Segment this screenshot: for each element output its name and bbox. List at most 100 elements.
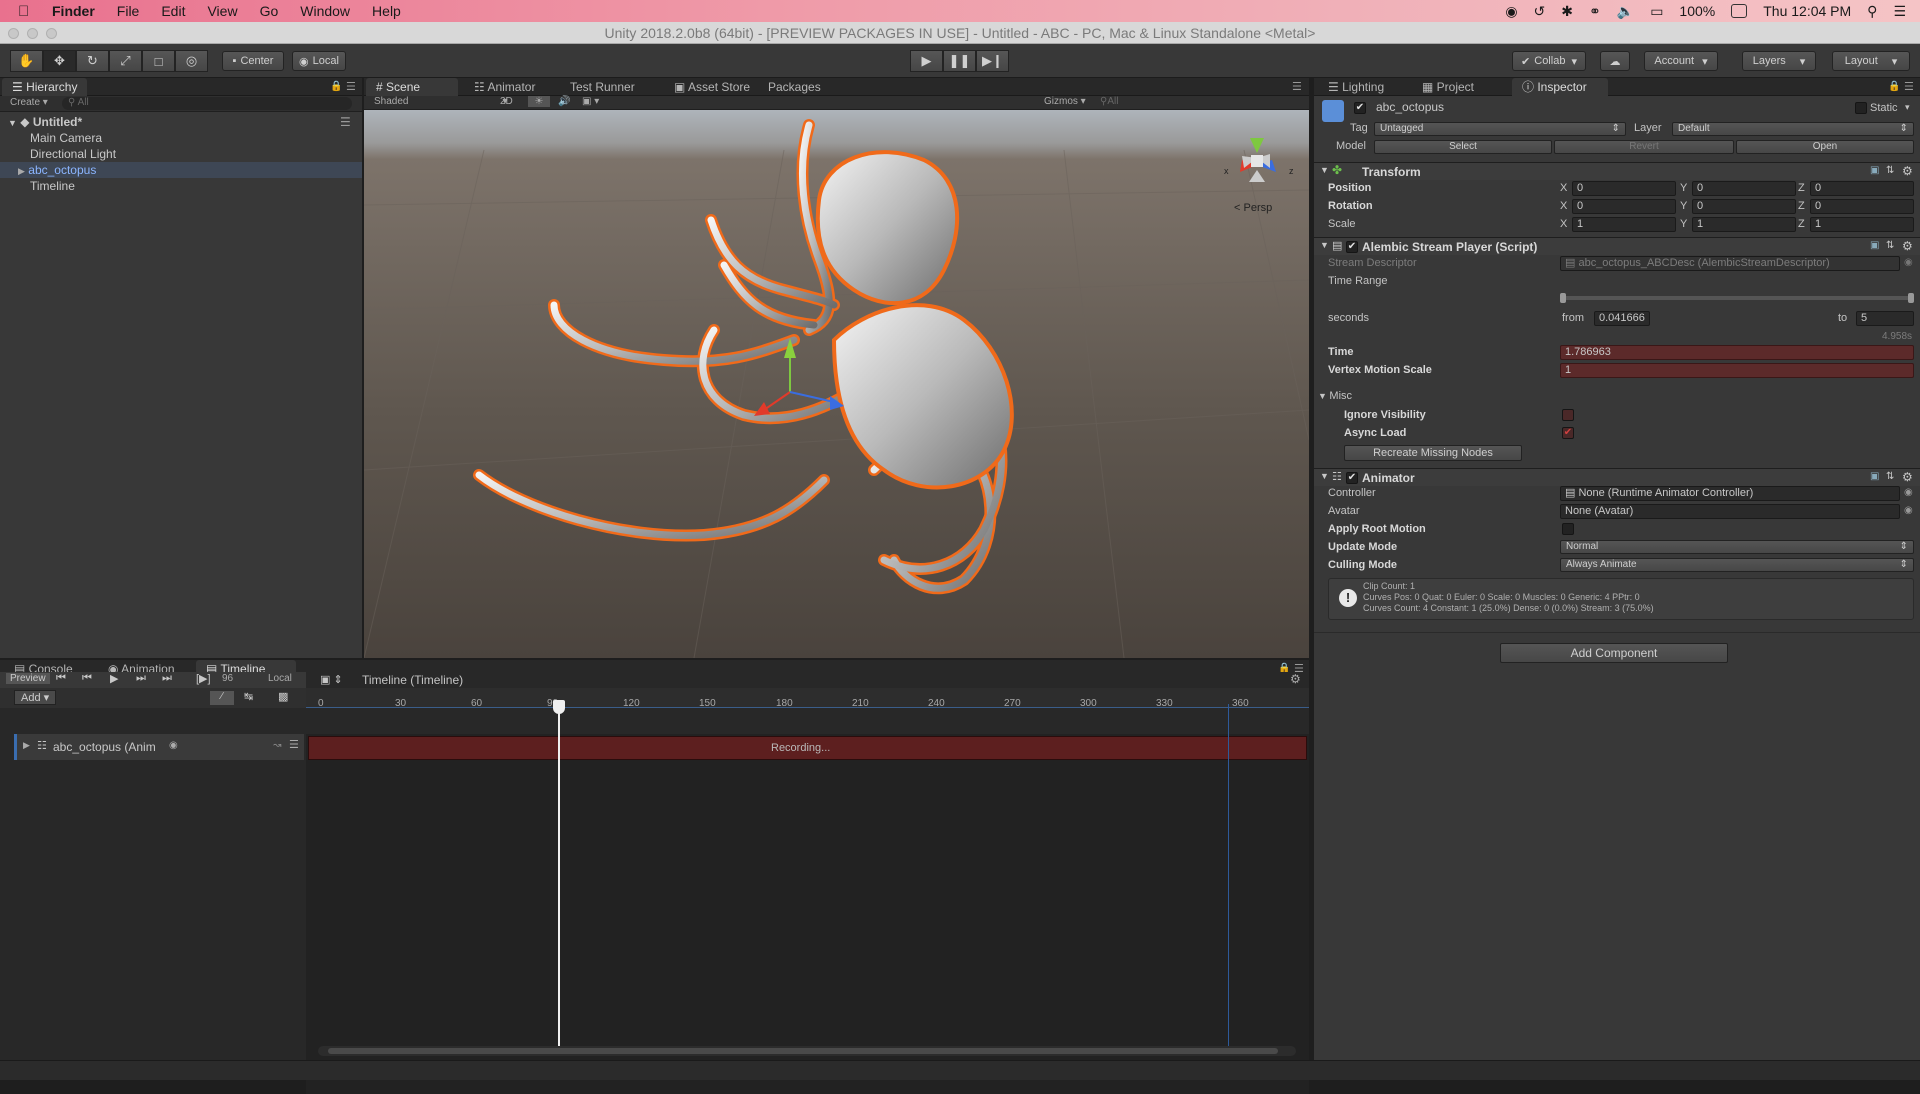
orientation-gizmo[interactable]: x z xyxy=(1224,138,1294,182)
scrollbar-thumb[interactable] xyxy=(328,1048,1278,1054)
goto-start-icon[interactable]: ⏮ xyxy=(56,672,66,685)
track-area[interactable]: Recording... xyxy=(306,734,1309,1094)
notification-center-icon[interactable]: ☰ xyxy=(1893,3,1906,20)
time-range-slider[interactable] xyxy=(1560,296,1914,300)
effects-dropdown-icon[interactable]: ▣ ▾ xyxy=(582,96,599,107)
foldout-arrow-icon[interactable]: ▼ xyxy=(1320,471,1329,481)
position-z-field[interactable]: 0 xyxy=(1810,181,1914,196)
pivot-local-button[interactable]: ◉ Local xyxy=(292,51,346,71)
toggle-2d-button[interactable]: 2D xyxy=(500,96,513,107)
object-picker-icon[interactable]: ◉ xyxy=(169,740,178,751)
persp-label[interactable]: < Persp xyxy=(1234,202,1272,214)
recording-clip[interactable]: Recording... xyxy=(308,736,1307,760)
rect-tool-icon[interactable]: □ xyxy=(142,50,175,72)
scene-menu-icon[interactable]: ☰ xyxy=(340,114,351,130)
create-dropdown[interactable]: Create ▾ xyxy=(10,97,48,108)
avatar-field[interactable]: None (Avatar) xyxy=(1560,504,1900,519)
volume-icon[interactable]: 🔈 xyxy=(1617,3,1634,20)
time-range-slider-min-handle[interactable] xyxy=(1560,293,1566,303)
help-icon[interactable]: ▣ xyxy=(1870,471,1879,482)
next-frame-icon[interactable]: ⏭ xyxy=(136,672,146,685)
help-icon[interactable]: ▣ xyxy=(1870,240,1879,251)
scale-y-field[interactable]: 1 xyxy=(1692,217,1796,232)
position-y-field[interactable]: 0 xyxy=(1692,181,1796,196)
recreate-missing-nodes-button[interactable]: Recreate Missing Nodes xyxy=(1344,445,1522,461)
frame-field[interactable]: 96 xyxy=(222,673,256,684)
curves-toggle-icon[interactable]: ∕ xyxy=(210,691,234,705)
menu-help[interactable]: Help xyxy=(372,3,401,19)
collab-dropdown[interactable]: ✔ Collab ▾ xyxy=(1512,51,1586,71)
clock[interactable]: Thu 12:04 PM xyxy=(1763,3,1851,19)
track-expand-icon[interactable]: ▶ xyxy=(23,740,30,751)
model-select-button[interactable]: Select xyxy=(1374,140,1552,154)
curve-icon[interactable]: ↝ xyxy=(273,740,281,751)
preview-toggle[interactable]: Preview xyxy=(6,673,50,684)
play-range-icon[interactable]: [▶] xyxy=(196,672,211,685)
hierarchy-item-abc-octopus[interactable]: ▶ abc_octopus xyxy=(18,162,96,178)
scene-search-input[interactable]: ⚲All xyxy=(1100,96,1300,107)
scale-tool-icon[interactable]: ⤢ xyxy=(109,50,142,72)
static-dropdown-arrow-icon[interactable]: ▾ xyxy=(1905,102,1910,113)
settings-gear-icon[interactable]: ⚙ xyxy=(1902,164,1913,178)
scale-x-field[interactable]: 1 xyxy=(1572,217,1676,232)
status-1password-icon[interactable]: ◉ xyxy=(1505,3,1517,20)
timeline-settings-gear-icon[interactable]: ⚙ xyxy=(1290,672,1301,686)
lock-icon[interactable]: 🔒 xyxy=(1888,81,1900,92)
from-field[interactable]: 0.041666 xyxy=(1594,311,1650,326)
menu-go[interactable]: Go xyxy=(260,3,279,19)
spotlight-icon[interactable]: ⚲ xyxy=(1867,3,1877,20)
menu-window[interactable]: Window xyxy=(300,3,350,19)
tag-dropdown[interactable]: Untagged ⇕ xyxy=(1374,122,1626,136)
scene-root[interactable]: ▼ ◆ Untitled* ☰ xyxy=(8,114,358,130)
playhead-line[interactable] xyxy=(558,704,560,1054)
audio-toggle-icon[interactable]: 🔊 xyxy=(558,96,570,107)
zoom-window-button[interactable] xyxy=(46,28,57,39)
alembic-enabled-checkbox[interactable]: ✔ xyxy=(1346,241,1358,253)
tab-test-runner[interactable]: Test Runner xyxy=(560,78,645,96)
object-name-field[interactable]: abc_octopus xyxy=(1372,101,1848,116)
collapsed-arrow-icon[interactable]: ▶ xyxy=(18,166,25,176)
transform-header[interactable]: ▼ ✤ Transform ▣ ⇅ ⚙ xyxy=(1314,162,1920,180)
help-icon[interactable]: ▣ xyxy=(1870,165,1879,176)
culling-mode-dropdown[interactable]: Always Animate ⇕ xyxy=(1560,558,1914,572)
presets-icon[interactable]: ⇅ xyxy=(1886,471,1894,482)
panel-menu-icon[interactable]: ☰ xyxy=(346,80,356,93)
rotate-tool-icon[interactable]: ↻ xyxy=(76,50,109,72)
lock-icon[interactable]: 🔒 xyxy=(330,81,342,92)
animator-enabled-checkbox[interactable]: ✔ xyxy=(1346,472,1358,484)
model-open-button[interactable]: Open xyxy=(1736,140,1914,154)
menu-view[interactable]: View xyxy=(207,3,237,19)
async-load-checkbox[interactable]: ✔ xyxy=(1562,427,1574,439)
bluetooth-icon[interactable]: ✱ xyxy=(1561,3,1573,20)
object-picker-icon[interactable]: ◉ xyxy=(1904,487,1913,498)
cloud-button[interactable]: ☁ xyxy=(1600,51,1630,71)
settings-gear-icon[interactable]: ⚙ xyxy=(1902,470,1913,484)
expand-arrow-icon[interactable]: ▼ xyxy=(8,118,17,128)
menu-app[interactable]: Finder xyxy=(52,3,95,19)
minimize-window-button[interactable] xyxy=(27,28,38,39)
tab-packages[interactable]: Packages xyxy=(758,78,831,96)
gizmos-dropdown[interactable]: Gizmos ▾ xyxy=(1044,96,1086,107)
vertex-motion-scale-field[interactable]: 1 xyxy=(1560,363,1914,378)
animator-header[interactable]: ▼ ☷ ✔ Animator ▣ ⇅ ⚙ xyxy=(1314,468,1920,486)
layout-dropdown[interactable]: Layout ▾ xyxy=(1832,51,1910,71)
tab-project[interactable]: ▦ Project xyxy=(1412,78,1484,96)
time-machine-icon[interactable]: ↺ xyxy=(1534,3,1546,20)
controller-field[interactable]: ▤ None (Runtime Animator Controller) xyxy=(1560,486,1900,501)
position-x-field[interactable]: 0 xyxy=(1572,181,1676,196)
close-window-button[interactable] xyxy=(8,28,19,39)
presets-icon[interactable]: ⇅ xyxy=(1886,240,1894,251)
step-icon[interactable]: ▶❙ xyxy=(976,50,1009,72)
update-mode-dropdown[interactable]: Normal ⇕ xyxy=(1560,540,1914,554)
foldout-arrow-icon[interactable]: ▼ xyxy=(1320,240,1329,250)
layer-dropdown[interactable]: Default ⇕ xyxy=(1672,122,1914,136)
static-checkbox[interactable] xyxy=(1855,102,1867,114)
tab-inspector[interactable]: ⓘ Inspector xyxy=(1512,78,1608,96)
account-dropdown[interactable]: Account ▾ xyxy=(1644,51,1718,71)
hierarchy-item-directional-light[interactable]: Directional Light xyxy=(30,146,116,162)
add-track-dropdown[interactable]: Add ▾ xyxy=(14,690,57,705)
scene-view[interactable]: x z < Persp xyxy=(364,110,1309,658)
rotation-z-field[interactable]: 0 xyxy=(1810,199,1914,214)
play-icon[interactable]: ▶ xyxy=(110,672,118,685)
time-field[interactable]: 1.786963 xyxy=(1560,345,1914,360)
